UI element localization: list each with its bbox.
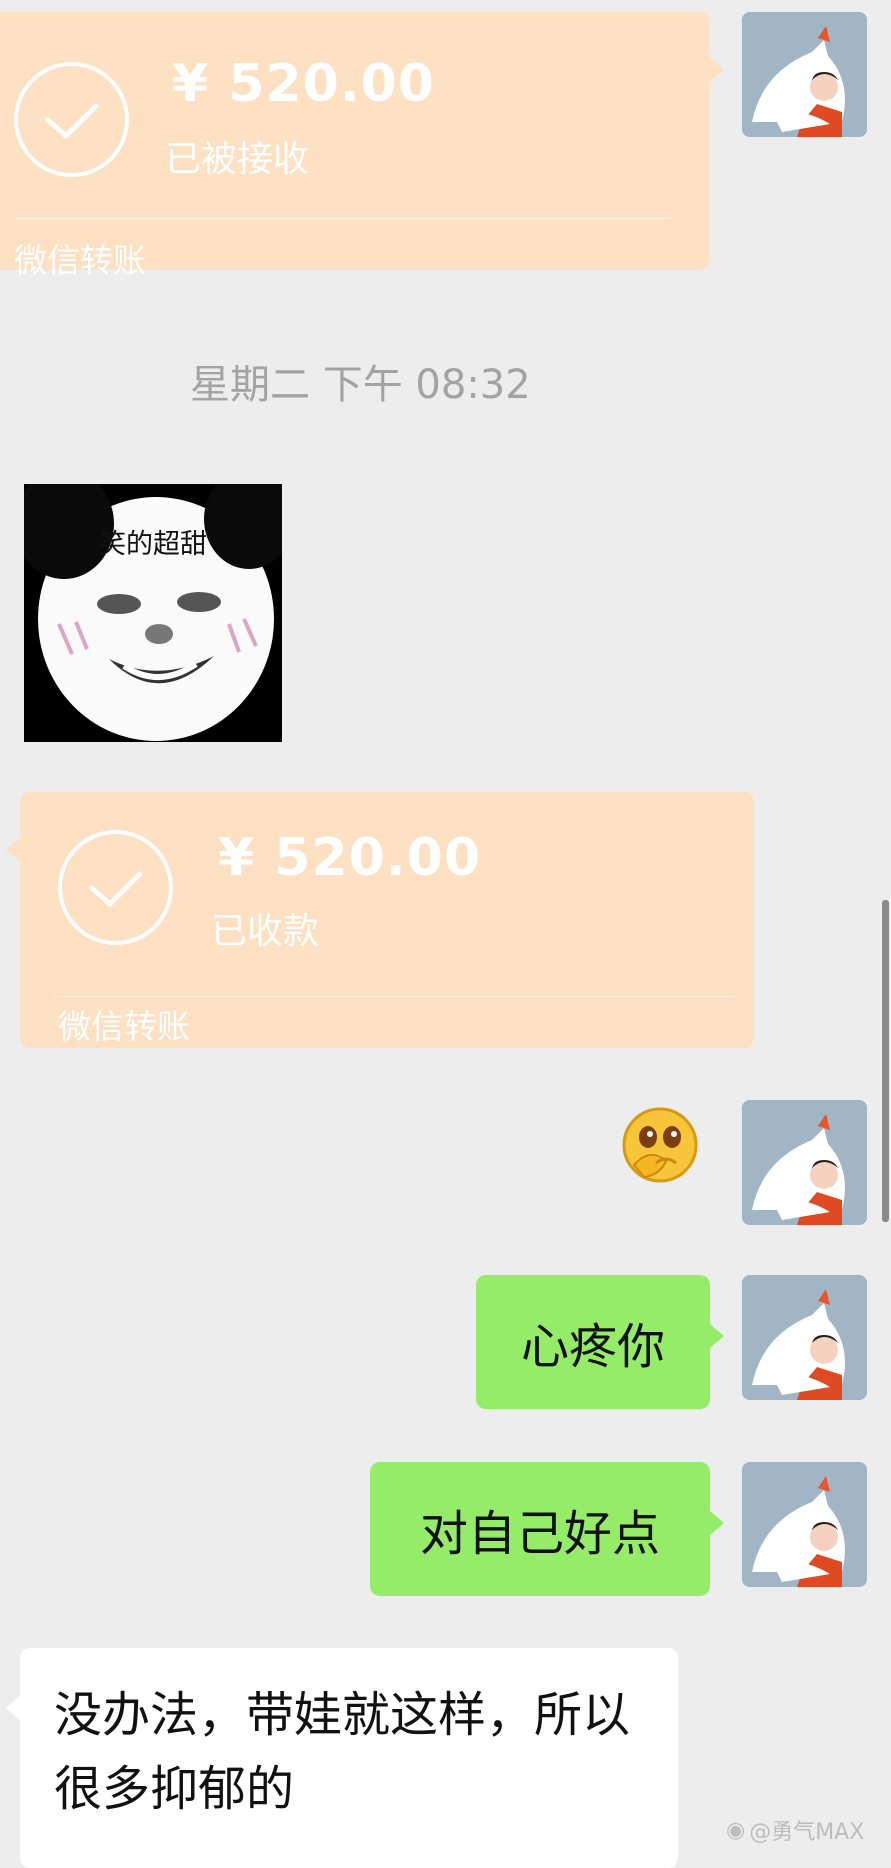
- panda-meme-sticker[interactable]: 笑的超甜: [24, 484, 282, 742]
- avatar-self[interactable]: [742, 1462, 867, 1587]
- message-bubble-received[interactable]: 没办法，带娃就这样，所以很多抑郁的: [20, 1648, 678, 1868]
- watermark-text: @勇气MAX: [749, 1820, 865, 1845]
- transfer-status: 已被接收: [165, 139, 310, 180]
- scrollbar-thumb[interactable]: [882, 900, 889, 1222]
- transfer-amount: ¥ 520.00: [172, 54, 435, 114]
- bubble-tail: [710, 58, 724, 82]
- transfer-status: 已收款: [211, 911, 320, 952]
- avatar-self[interactable]: [742, 12, 867, 137]
- bubble-tail: [6, 838, 20, 862]
- message-text: 没办法，带娃就这样，所以很多抑郁的: [54, 1687, 631, 1817]
- facepalm-peek-emoji-icon: [620, 1105, 700, 1185]
- bubble-tail: [710, 1511, 724, 1535]
- transfer-divider: [58, 996, 734, 997]
- message-bubble-sent[interactable]: 心疼你: [476, 1275, 710, 1409]
- check-circle-icon: [14, 62, 129, 177]
- transfer-footer-label: 微信转账: [14, 241, 146, 280]
- transfer-card-received[interactable]: ¥ 520.00 已收款 微信转账: [20, 792, 754, 1048]
- message-bubble-sent[interactable]: 对自己好点: [370, 1462, 710, 1596]
- check-circle-icon: [58, 830, 173, 945]
- avatar-self[interactable]: [742, 1275, 867, 1400]
- transfer-card-sent[interactable]: ¥ 520.00 已被接收 微信转账: [0, 12, 710, 280]
- transfer-divider: [14, 218, 670, 219]
- bubble-tail: [6, 1696, 20, 1720]
- weibo-watermark: ◉ @勇气MAX: [726, 1814, 864, 1846]
- transfer-footer-label: 微信转账: [58, 1007, 190, 1046]
- transfer-amount: ¥ 520.00: [218, 828, 481, 888]
- bubble-tail: [710, 1324, 724, 1348]
- chat-timestamp: 星期二 下午 08:32: [190, 362, 531, 408]
- weibo-logo-icon: ◉: [726, 1817, 746, 1843]
- sticker-caption: 笑的超甜: [99, 529, 207, 560]
- avatar-self[interactable]: [742, 1100, 867, 1225]
